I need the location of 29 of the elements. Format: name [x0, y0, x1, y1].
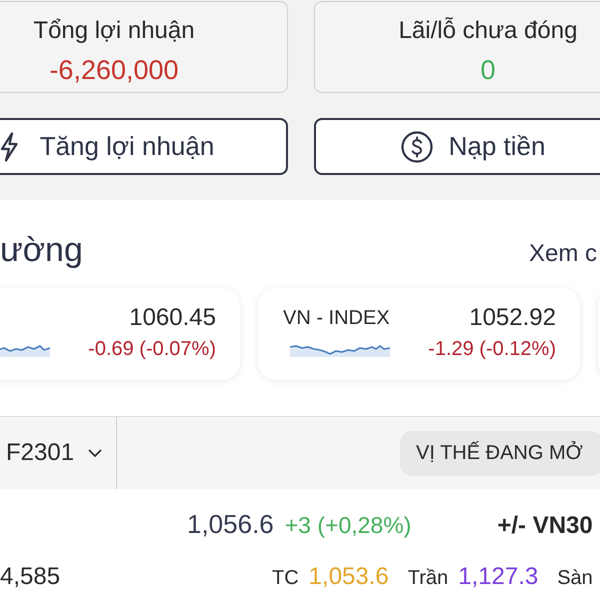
stat-label: Sàn — [557, 567, 593, 590]
index-card[interactable]: VN - INDEX 1052.92 -1.29 (-0.12%) — [258, 288, 580, 380]
action-button[interactable]: Tăng lợi nhuận — [0, 118, 288, 175]
index-value: 1052.92 — [469, 304, 556, 332]
chevron-down-icon — [88, 449, 102, 457]
last-price: 1,056.6 — [187, 509, 274, 540]
lightning-icon — [0, 132, 18, 162]
price-change: +3 (+0,28%) — [284, 512, 412, 539]
section-title: ường — [0, 230, 83, 271]
stat-value: 1,053.6 — [308, 563, 389, 591]
stat-label: TC — [272, 567, 299, 590]
basis-label: +/- VN30 — [497, 512, 593, 540]
summary-label: Lãi/lỗ chưa đóng — [398, 16, 578, 46]
volume: 4,585 — [0, 563, 62, 591]
index-card[interactable]: 1060.45 -0.69 (-0.07%) — [0, 288, 240, 380]
index-change: -1.29 (-0.12%) — [428, 337, 556, 362]
index-change: -0.69 (-0.07%) — [88, 337, 216, 362]
index-name: VN - INDEX — [283, 306, 390, 331]
summary-value: -6,260,000 — [49, 54, 179, 87]
summary-value: 0 — [480, 54, 496, 87]
index-value: 1060.45 — [129, 304, 216, 332]
see-all-link[interactable]: Xem c — [528, 240, 597, 268]
stat-label: Trần — [408, 567, 448, 590]
contract-selector[interactable]: F2301 — [0, 417, 117, 489]
summary-label: Tổng lợi nhuận — [33, 16, 195, 46]
stat-value: 1,127.3 — [458, 563, 538, 591]
positions-tab[interactable]: VỊ THẾ ĐANG MỞ — [400, 430, 600, 476]
dollar-icon — [400, 130, 433, 162]
action-button[interactable]: Nạp tiền — [314, 118, 600, 175]
